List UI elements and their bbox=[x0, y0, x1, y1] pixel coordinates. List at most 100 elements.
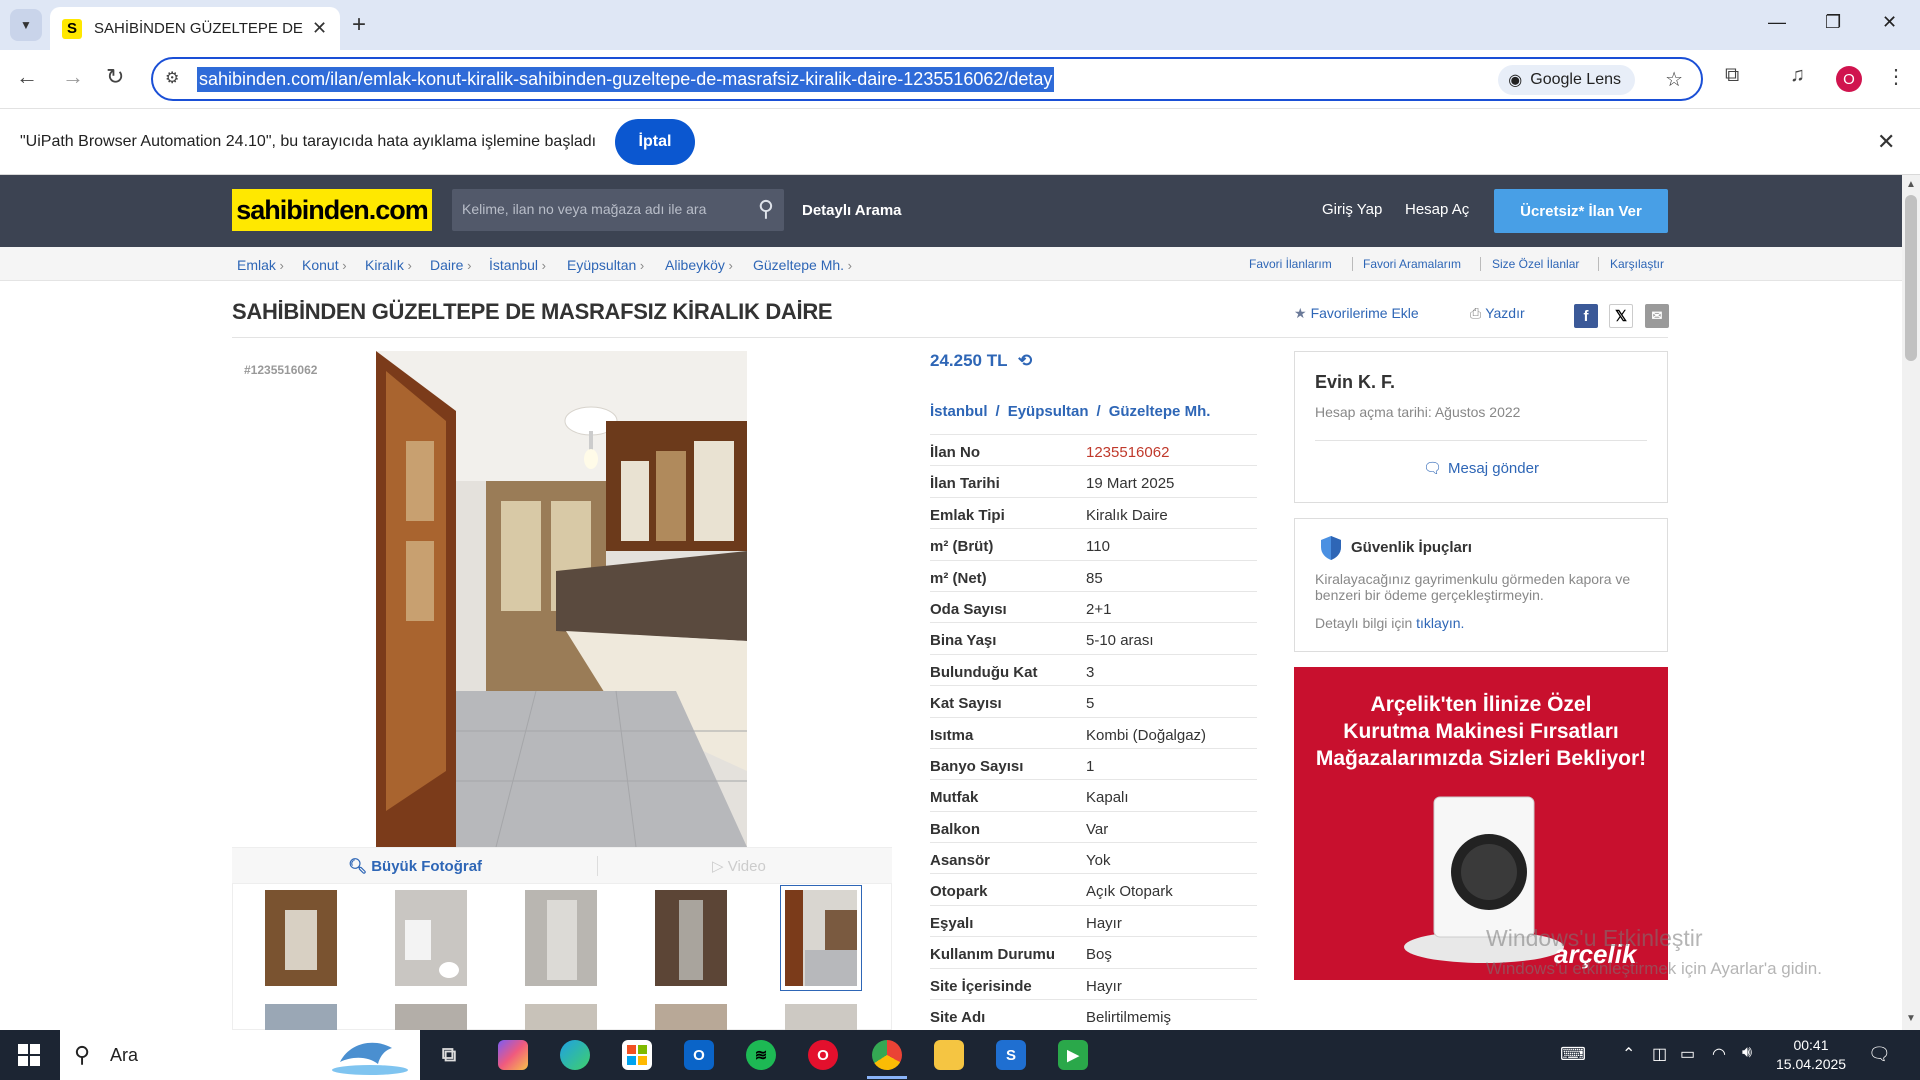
photo-thumbnail[interactable] bbox=[265, 890, 337, 986]
site-info-icon[interactable]: ⚙ bbox=[165, 68, 179, 88]
address-bar[interactable]: ⚙ sahibinden.com/ilan/emlak-konut-kirali… bbox=[151, 57, 1703, 101]
breadcrumb-item[interactable]: İstanbul bbox=[489, 257, 546, 273]
location-neighborhood[interactable]: Güzeltepe Mh. bbox=[1109, 403, 1211, 420]
forward-button[interactable]: → bbox=[62, 64, 84, 90]
show-hidden-icons[interactable]: ⌃ bbox=[1622, 1044, 1635, 1064]
active-tab[interactable]: S SAHİBİNDEN GÜZELTEPE DE MASRAFSIZ KİRA… bbox=[50, 7, 340, 50]
login-link[interactable]: Giriş Yap bbox=[1322, 201, 1382, 218]
compare-link[interactable]: Karşılaştır bbox=[1610, 257, 1664, 271]
chrome-menu-icon[interactable]: ⋮ bbox=[1886, 64, 1906, 89]
outlook-icon[interactable]: O bbox=[684, 1040, 714, 1070]
location-city[interactable]: İstanbul bbox=[930, 403, 988, 420]
breadcrumb-item[interactable]: Eyüpsultan bbox=[567, 257, 644, 273]
copilot-icon[interactable] bbox=[498, 1040, 528, 1070]
windows-start-icon[interactable] bbox=[18, 1044, 40, 1066]
breadcrumb-item[interactable]: Emlak bbox=[237, 257, 284, 273]
favorite-ads-link[interactable]: Favori İlanlarım bbox=[1249, 257, 1332, 271]
spotify-icon[interactable]: ≋ bbox=[746, 1040, 776, 1070]
detail-row: İlan No 1235516062 bbox=[930, 434, 1257, 465]
extensions-icon[interactable]: ⧉ bbox=[1725, 64, 1739, 87]
location-district[interactable]: Eyüpsultan bbox=[1008, 403, 1089, 420]
url-text[interactable]: sahibinden.com/ilan/emlak-konut-kiralik-… bbox=[197, 67, 1055, 92]
reload-button[interactable]: ↻ bbox=[106, 64, 124, 90]
uipath-assistant-icon[interactable]: ▶ bbox=[1058, 1040, 1088, 1070]
add-favorite-link[interactable]: ★ Favorilerime Ekle bbox=[1294, 305, 1419, 322]
breadcrumb-item[interactable]: Daire bbox=[430, 257, 471, 273]
battery-icon[interactable]: ▭ bbox=[1680, 1044, 1695, 1064]
media-control-icon[interactable]: ♫ bbox=[1790, 64, 1805, 87]
safety-more-link[interactable]: tıklayın. bbox=[1416, 615, 1464, 631]
minimize-button[interactable]: — bbox=[1768, 12, 1786, 33]
close-tab-icon[interactable]: ✕ bbox=[312, 18, 327, 39]
new-tab-button[interactable]: + bbox=[352, 11, 366, 39]
chrome-icon[interactable] bbox=[872, 1040, 902, 1070]
search-icon[interactable]: ⚲ bbox=[758, 196, 774, 222]
main-photo[interactable] bbox=[376, 351, 747, 847]
price-history-icon[interactable]: ⟲ bbox=[1018, 351, 1032, 370]
divider bbox=[1315, 440, 1647, 441]
google-lens-button[interactable]: ◉ Google Lens bbox=[1498, 65, 1635, 95]
keyboard-icon[interactable]: ⌨ bbox=[1560, 1044, 1586, 1065]
edge-icon[interactable] bbox=[560, 1040, 590, 1070]
detail-row: Oda Sayısı 2+1 bbox=[930, 590, 1257, 622]
photo-thumbnail[interactable] bbox=[525, 1004, 597, 1030]
post-ad-button[interactable]: Ücretsiz* İlan Ver bbox=[1494, 189, 1668, 233]
tab-search-button[interactable]: ▼ bbox=[10, 9, 42, 41]
volume-icon[interactable]: 🔊︎ bbox=[1742, 1044, 1752, 1062]
scrollbar-thumb[interactable] bbox=[1905, 195, 1917, 361]
restore-button[interactable]: ❐ bbox=[1825, 12, 1841, 33]
clock-time: 00:41 bbox=[1793, 1037, 1829, 1053]
page-scrollbar[interactable]: ▲ ▼ bbox=[1902, 175, 1920, 1030]
photo-thumbnail[interactable] bbox=[655, 890, 727, 986]
site-logo[interactable]: sahibinden.com bbox=[232, 189, 432, 231]
send-message-button[interactable]: 🗨︎ Mesaj gönder bbox=[1423, 459, 1539, 477]
location-separator: / bbox=[1096, 403, 1101, 420]
detail-row: Asansör Yok bbox=[930, 842, 1257, 873]
meet-icon[interactable]: ◫ bbox=[1652, 1044, 1667, 1064]
favorite-searches-link[interactable]: Favori Aramalarım bbox=[1363, 257, 1461, 271]
bookmark-star-icon[interactable]: ☆ bbox=[1665, 67, 1683, 92]
browser-toolbar: ← → ↻ ⚙ sahibinden.com/ilan/emlak-konut-… bbox=[0, 50, 1920, 108]
system-clock[interactable]: 00:41 15.04.2025 bbox=[1776, 1036, 1846, 1074]
wifi-icon[interactable]: ◠ bbox=[1712, 1044, 1726, 1064]
close-infobar-icon[interactable]: ✕ bbox=[1877, 129, 1895, 155]
photo-thumbnail[interactable] bbox=[785, 1004, 857, 1030]
photo-thumbnail[interactable] bbox=[395, 1004, 467, 1030]
back-button[interactable]: ← bbox=[16, 64, 38, 90]
breadcrumb-item[interactable]: Kiralık bbox=[365, 257, 412, 273]
taskbar-search[interactable]: ⚲ Ara bbox=[60, 1030, 420, 1080]
scroll-up-icon[interactable]: ▲ bbox=[1906, 179, 1916, 190]
register-link[interactable]: Hesap Aç bbox=[1405, 201, 1469, 218]
close-window-button[interactable]: ✕ bbox=[1882, 12, 1897, 33]
x-share-icon[interactable]: 𝕏 bbox=[1609, 304, 1633, 328]
dolphin-illustration-icon bbox=[332, 1042, 408, 1075]
scroll-down-icon[interactable]: ▼ bbox=[1906, 1013, 1916, 1024]
store-icon[interactable] bbox=[622, 1040, 652, 1070]
cancel-debug-button[interactable]: İptal bbox=[615, 119, 695, 165]
breadcrumb-item[interactable]: Alibeyköy bbox=[665, 257, 733, 273]
uipath-studio-icon[interactable]: S bbox=[996, 1040, 1026, 1070]
activation-watermark-text: Windows'u etkinleştirmek için Ayarlar'a … bbox=[1486, 959, 1822, 978]
photo-thumbnail[interactable] bbox=[525, 890, 597, 986]
breadcrumb-item[interactable]: Konut bbox=[302, 257, 347, 273]
video-button[interactable]: ▷ Video bbox=[712, 857, 766, 875]
breadcrumb-item[interactable]: Güzeltepe Mh. bbox=[753, 257, 852, 273]
notifications-icon[interactable]: 🗨︎ bbox=[1868, 1044, 1891, 1065]
large-photo-button[interactable]: 🔍︎ Büyük Fotoğraf bbox=[348, 857, 482, 875]
email-share-icon[interactable]: ✉ bbox=[1645, 304, 1669, 328]
task-view-icon[interactable]: ⧉ bbox=[434, 1040, 464, 1070]
photo-thumbnail[interactable] bbox=[395, 890, 467, 986]
photo-thumbnail-selected[interactable] bbox=[780, 885, 862, 991]
facebook-share-icon[interactable]: f bbox=[1574, 304, 1598, 328]
print-label: Yazdır bbox=[1485, 305, 1525, 321]
search-input[interactable]: Kelime, ilan no veya mağaza adı ile ara … bbox=[452, 189, 784, 231]
special-ads-link[interactable]: Size Özel İlanlar bbox=[1492, 257, 1579, 271]
file-explorer-icon[interactable] bbox=[934, 1040, 964, 1070]
photo-thumbnail[interactable] bbox=[655, 1004, 727, 1030]
profile-avatar[interactable]: O bbox=[1836, 66, 1862, 92]
opera-icon[interactable]: O bbox=[808, 1040, 838, 1070]
detailed-search-link[interactable]: Detaylı Arama bbox=[802, 202, 902, 219]
print-link[interactable]: ⎙ Yazdır bbox=[1470, 305, 1525, 322]
seller-name: Evin K. F. bbox=[1315, 372, 1396, 392]
photo-thumbnail[interactable] bbox=[265, 1004, 337, 1030]
